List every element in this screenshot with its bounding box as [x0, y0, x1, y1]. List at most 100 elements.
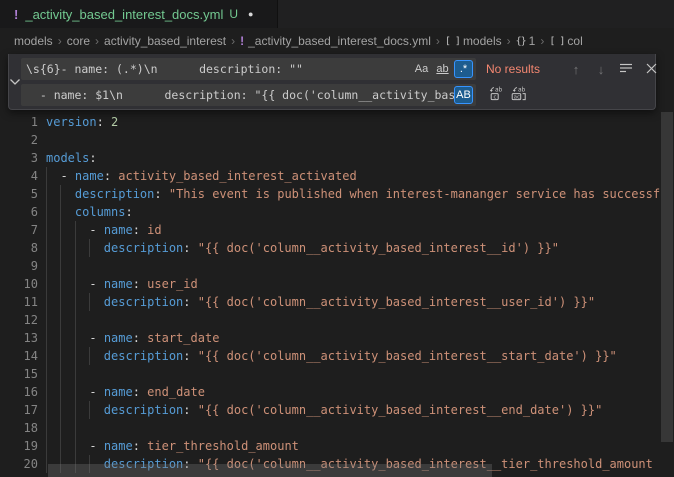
replace-input[interactable]: - name: $1\n description: "{{ doc('colum… — [21, 84, 476, 106]
line-number[interactable]: 4 — [0, 167, 38, 185]
indent-guide — [46, 239, 47, 257]
breadcrumb-separator: › — [436, 34, 440, 48]
replace-button[interactable]: ab c — [486, 85, 508, 105]
code-line-11[interactable]: 11 description: "{{ doc('column__activit… — [0, 293, 674, 311]
breadcrumb-label: col — [567, 34, 582, 48]
indent-guide — [60, 437, 61, 455]
indent-guide — [60, 347, 61, 365]
previous-match-button[interactable]: ↑ — [566, 59, 586, 79]
indent-guide — [89, 239, 90, 257]
indent-guide — [75, 275, 76, 293]
breadcrumb-item-activity_based_interest[interactable]: activity_based_interest — [104, 34, 226, 48]
indent-guide — [46, 275, 47, 293]
line-number[interactable]: 6 — [0, 203, 38, 221]
indent-guide — [46, 167, 47, 185]
indent-guide — [75, 221, 76, 239]
line-number[interactable]: 14 — [0, 347, 38, 365]
breadcrumb-item-col[interactable]: [ ]col — [549, 34, 582, 48]
line-number[interactable]: 17 — [0, 401, 38, 419]
line-number[interactable]: 9 — [0, 257, 38, 275]
find-replace-widget: \s{6}- name: (.*)\n description: "" Aa a… — [8, 54, 656, 110]
line-number[interactable]: 19 — [0, 437, 38, 455]
code-area[interactable]: 1version: 223models:4 - name: activity_b… — [0, 113, 674, 477]
close-find-widget-button[interactable] — [641, 59, 661, 79]
code-line-5[interactable]: 5 description: "This event is published … — [0, 185, 674, 203]
regex-button[interactable]: .* — [454, 60, 473, 78]
selection-lines-icon — [619, 62, 633, 77]
indent-guide — [46, 221, 47, 239]
breadcrumb-item-_activity_based_interest_docs.yml[interactable]: !_activity_based_interest_docs.yml — [240, 34, 431, 48]
line-number[interactable]: 11 — [0, 293, 38, 311]
find-input[interactable]: \s{6}- name: (.*)\n description: "" Aa a… — [21, 58, 476, 80]
code-line-content: description: "{{ doc('column__activity_b… — [46, 239, 559, 257]
vscode-window: ! _activity_based_interest_docs.yml U ● … — [0, 0, 674, 477]
code-line-15[interactable]: 15 — [0, 365, 674, 383]
line-number[interactable]: 13 — [0, 329, 38, 347]
code-line-content: description: "{{ doc('column__activity_b… — [46, 347, 617, 365]
indent-guide — [46, 293, 47, 311]
line-number[interactable]: 3 — [0, 149, 38, 167]
indent-guide — [89, 293, 90, 311]
svg-text:ab: ab — [518, 86, 526, 93]
modified-indicator-dot[interactable]: ● — [248, 9, 253, 19]
code-line-1[interactable]: 1version: 2 — [0, 113, 674, 131]
indent-guide — [46, 365, 47, 383]
line-number[interactable]: 2 — [0, 131, 38, 149]
breadcrumb-label: models — [463, 34, 502, 48]
horizontal-scrollbar[interactable] — [48, 464, 492, 477]
line-number[interactable]: 1 — [0, 113, 38, 131]
code-line-3[interactable]: 3models: — [0, 149, 674, 167]
replace-all-button[interactable]: ab ac — [508, 85, 530, 105]
preserve-case-button[interactable]: AB — [454, 86, 473, 104]
code-line-8[interactable]: 8 description: "{{ doc('column__activity… — [0, 239, 674, 257]
code-line-7[interactable]: 7 - name: id — [0, 221, 674, 239]
next-match-button[interactable]: ↓ — [591, 59, 611, 79]
breadcrumb-separator: › — [231, 34, 235, 48]
find-status: No results — [486, 62, 566, 76]
replace-input-value: - name: $1\n description: "{{ doc('colum… — [21, 88, 454, 102]
whole-word-button[interactable]: ab — [433, 60, 452, 78]
line-number[interactable]: 18 — [0, 419, 38, 437]
code-line-12[interactable]: 12 — [0, 311, 674, 329]
code-line-18[interactable]: 18 — [0, 419, 674, 437]
breadcrumb-item-1[interactable]: {}1 — [516, 34, 536, 48]
code-line-2[interactable]: 2 — [0, 131, 674, 149]
code-line-14[interactable]: 14 description: "{{ doc('column__activit… — [0, 347, 674, 365]
array-symbol-icon: [ ] — [445, 36, 460, 47]
breadcrumb-label: _activity_based_interest_docs.yml — [248, 34, 431, 48]
code-line-4[interactable]: 4 - name: activity_based_interest_activa… — [0, 167, 674, 185]
breadcrumb-item-core[interactable]: core — [67, 34, 90, 48]
indent-guide — [46, 419, 47, 437]
breadcrumb-label: core — [67, 34, 90, 48]
line-number[interactable]: 8 — [0, 239, 38, 257]
tab-title: _activity_based_interest_docs.yml — [25, 7, 223, 22]
code-line-17[interactable]: 17 description: "{{ doc('column__activit… — [0, 401, 674, 419]
indent-guide — [75, 419, 76, 437]
line-number[interactable]: 20 — [0, 455, 38, 473]
code-line-19[interactable]: 19 - name: tier_threshold_amount — [0, 437, 674, 455]
code-line-9[interactable]: 9 — [0, 257, 674, 275]
breadcrumb: models›core›activity_based_interest›!_ac… — [0, 28, 674, 54]
tab-bar: ! _activity_based_interest_docs.yml U ● — [0, 0, 674, 28]
line-number[interactable]: 10 — [0, 275, 38, 293]
breadcrumb-item-models[interactable]: models — [14, 34, 53, 48]
code-line-16[interactable]: 16 - name: end_date — [0, 383, 674, 401]
line-number[interactable]: 16 — [0, 383, 38, 401]
code-line-13[interactable]: 13 - name: start_date — [0, 329, 674, 347]
match-case-button[interactable]: Aa — [412, 60, 431, 78]
toggle-replace-button[interactable] — [9, 54, 21, 109]
breadcrumb-item-models[interactable]: [ ]models — [445, 34, 502, 48]
indent-guide — [60, 419, 61, 437]
vertical-scrollbar[interactable] — [661, 112, 673, 442]
close-icon — [646, 62, 657, 77]
line-number[interactable]: 15 — [0, 365, 38, 383]
line-number[interactable]: 7 — [0, 221, 38, 239]
line-number[interactable]: 12 — [0, 311, 38, 329]
code-line-10[interactable]: 10 - name: user_id — [0, 275, 674, 293]
find-in-selection-button[interactable] — [616, 59, 636, 79]
breadcrumb-label: activity_based_interest — [104, 34, 226, 48]
tab-activity-based-interest-docs[interactable]: ! _activity_based_interest_docs.yml U ● — [0, 0, 278, 28]
indent-guide — [46, 383, 47, 401]
line-number[interactable]: 5 — [0, 185, 38, 203]
code-line-6[interactable]: 6 columns: — [0, 203, 674, 221]
